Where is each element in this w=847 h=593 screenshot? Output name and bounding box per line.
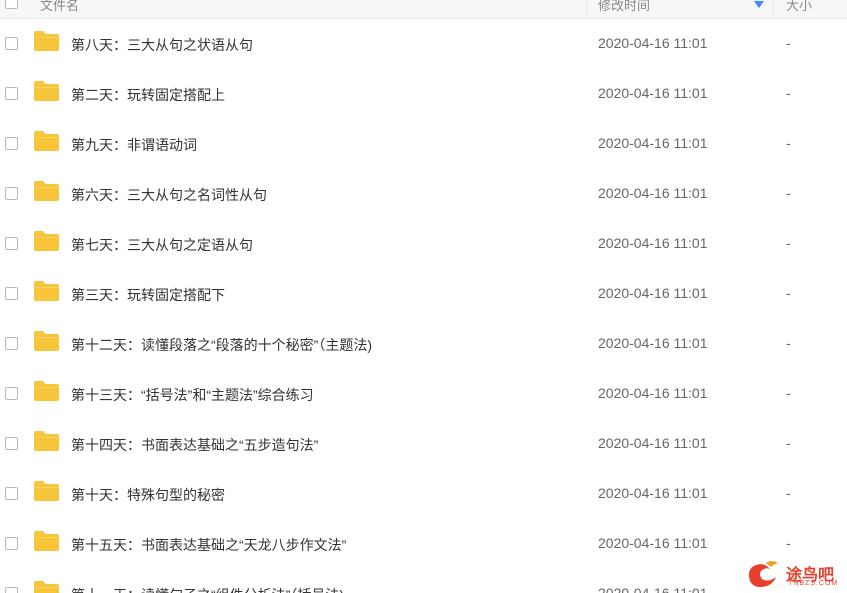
list-item[interactable]: 第十三天：“括号法”和“主题法”综合练习 2020-04-16 11:01 - (0, 369, 847, 419)
folder-icon (34, 581, 59, 593)
folder-icon (34, 131, 59, 151)
column-header-date[interactable]: 修改时间 (598, 0, 650, 14)
folder-icon (34, 281, 59, 301)
file-size: - (786, 185, 791, 201)
column-divider (773, 0, 774, 18)
column-header-size[interactable]: 大小 (786, 0, 812, 14)
watermark: 途鸟吧 TNBZS.COM (744, 557, 844, 591)
file-size: - (786, 335, 791, 351)
modified-date: 2020-04-16 11:01 (598, 235, 708, 251)
list-item[interactable]: 第十四天：书面表达基础之“五步造句法” 2020-04-16 11:01 - (0, 419, 847, 469)
folder-icon (34, 481, 59, 501)
modified-date: 2020-04-16 11:01 (598, 485, 708, 501)
list-item[interactable]: 第三天：玩转固定搭配下 2020-04-16 11:01 - (0, 269, 847, 319)
modified-date: 2020-04-16 11:01 (598, 285, 708, 301)
file-list-page: 文件名 修改时间 大小 第八天：三大从句之状语从句 2020-04-16 11:… (0, 0, 847, 593)
file-size: - (786, 285, 791, 301)
folder-icon (34, 31, 59, 51)
folder-icon (34, 81, 59, 101)
file-name[interactable]: 第七天：三大从句之定语从句 (71, 235, 253, 255)
row-checkbox[interactable] (5, 187, 18, 200)
row-checkbox[interactable] (5, 537, 18, 550)
folder-icon (34, 181, 59, 201)
modified-date: 2020-04-16 11:01 (598, 85, 708, 101)
file-size: - (786, 435, 791, 451)
sort-desc-icon[interactable] (753, 0, 765, 10)
file-name[interactable]: 第十二天：读懂段落之“段落的十个秘密”（主题法) (71, 335, 372, 355)
modified-date: 2020-04-16 11:01 (598, 535, 708, 551)
row-checkbox[interactable] (5, 37, 18, 50)
watermark-url: TNBZS.COM (788, 580, 839, 587)
file-size: - (786, 85, 791, 101)
modified-date: 2020-04-16 11:01 (598, 335, 708, 351)
list-item[interactable]: 第八天：三大从句之状语从句 2020-04-16 11:01 - (0, 19, 847, 69)
list-item[interactable]: 第十五天：书面表达基础之“天龙八步作文法” 2020-04-16 11:01 - (0, 519, 847, 569)
list-item[interactable]: 第九天：非谓语动词 2020-04-16 11:01 - (0, 119, 847, 169)
file-size: - (786, 35, 791, 51)
file-size: - (786, 135, 791, 151)
modified-date: 2020-04-16 11:01 (598, 35, 708, 51)
list-item[interactable]: 第二天：玩转固定搭配上 2020-04-16 11:01 - (0, 69, 847, 119)
file-name[interactable]: 第十三天：“括号法”和“主题法”综合练习 (71, 385, 314, 405)
file-size: - (786, 385, 791, 401)
list-item[interactable]: 第七天：三大从句之定语从句 2020-04-16 11:01 - (0, 219, 847, 269)
file-name[interactable]: 第三天：玩转固定搭配下 (71, 285, 225, 305)
list-item[interactable]: 第六天：三大从句之名词性从句 2020-04-16 11:01 - (0, 169, 847, 219)
file-name[interactable]: 第十四天：书面表达基础之“五步造句法” (71, 435, 318, 455)
folder-icon (34, 381, 59, 401)
file-name[interactable]: 第十一天：读懂句子之“组件分析法”（括号法) (71, 585, 344, 593)
list-item[interactable]: 第十二天：读懂段落之“段落的十个秘密”（主题法) 2020-04-16 11:0… (0, 319, 847, 369)
modified-date: 2020-04-16 11:01 (598, 135, 708, 151)
list-header: 文件名 修改时间 大小 (0, 0, 847, 19)
modified-date: 2020-04-16 11:01 (598, 585, 708, 593)
file-size: - (786, 485, 791, 501)
row-checkbox[interactable] (5, 437, 18, 450)
row-checkbox[interactable] (5, 87, 18, 100)
modified-date: 2020-04-16 11:01 (598, 435, 708, 451)
modified-date: 2020-04-16 11:01 (598, 385, 708, 401)
row-checkbox[interactable] (5, 337, 18, 350)
file-size: - (786, 235, 791, 251)
list-item[interactable]: 第十天：特殊句型的秘密 2020-04-16 11:01 - (0, 469, 847, 519)
list-item[interactable]: 第十一天：读懂句子之“组件分析法”（括号法) 2020-04-16 11:01 … (0, 569, 847, 593)
row-checkbox[interactable] (5, 387, 18, 400)
select-all-checkbox[interactable] (5, 0, 18, 9)
row-checkbox[interactable] (5, 137, 18, 150)
file-size: - (786, 535, 791, 551)
row-checkbox[interactable] (5, 487, 18, 500)
row-checkbox[interactable] (5, 287, 18, 300)
file-name[interactable]: 第十五天：书面表达基础之“天龙八步作文法” (71, 535, 346, 555)
file-name[interactable]: 第二天：玩转固定搭配上 (71, 85, 225, 105)
file-name[interactable]: 第十天：特殊句型的秘密 (71, 485, 225, 505)
row-checkbox[interactable] (5, 587, 18, 593)
file-name[interactable]: 第八天：三大从句之状语从句 (71, 35, 253, 55)
folder-icon (34, 531, 59, 551)
column-header-name[interactable]: 文件名 (40, 0, 79, 14)
file-name[interactable]: 第六天：三大从句之名词性从句 (71, 185, 267, 205)
folder-icon (34, 231, 59, 251)
file-name[interactable]: 第九天：非谓语动词 (71, 135, 197, 155)
row-checkbox[interactable] (5, 237, 18, 250)
folder-icon (34, 431, 59, 451)
modified-date: 2020-04-16 11:01 (598, 185, 708, 201)
column-divider (586, 0, 587, 18)
folder-icon (34, 331, 59, 351)
bird-logo-icon (748, 561, 778, 587)
